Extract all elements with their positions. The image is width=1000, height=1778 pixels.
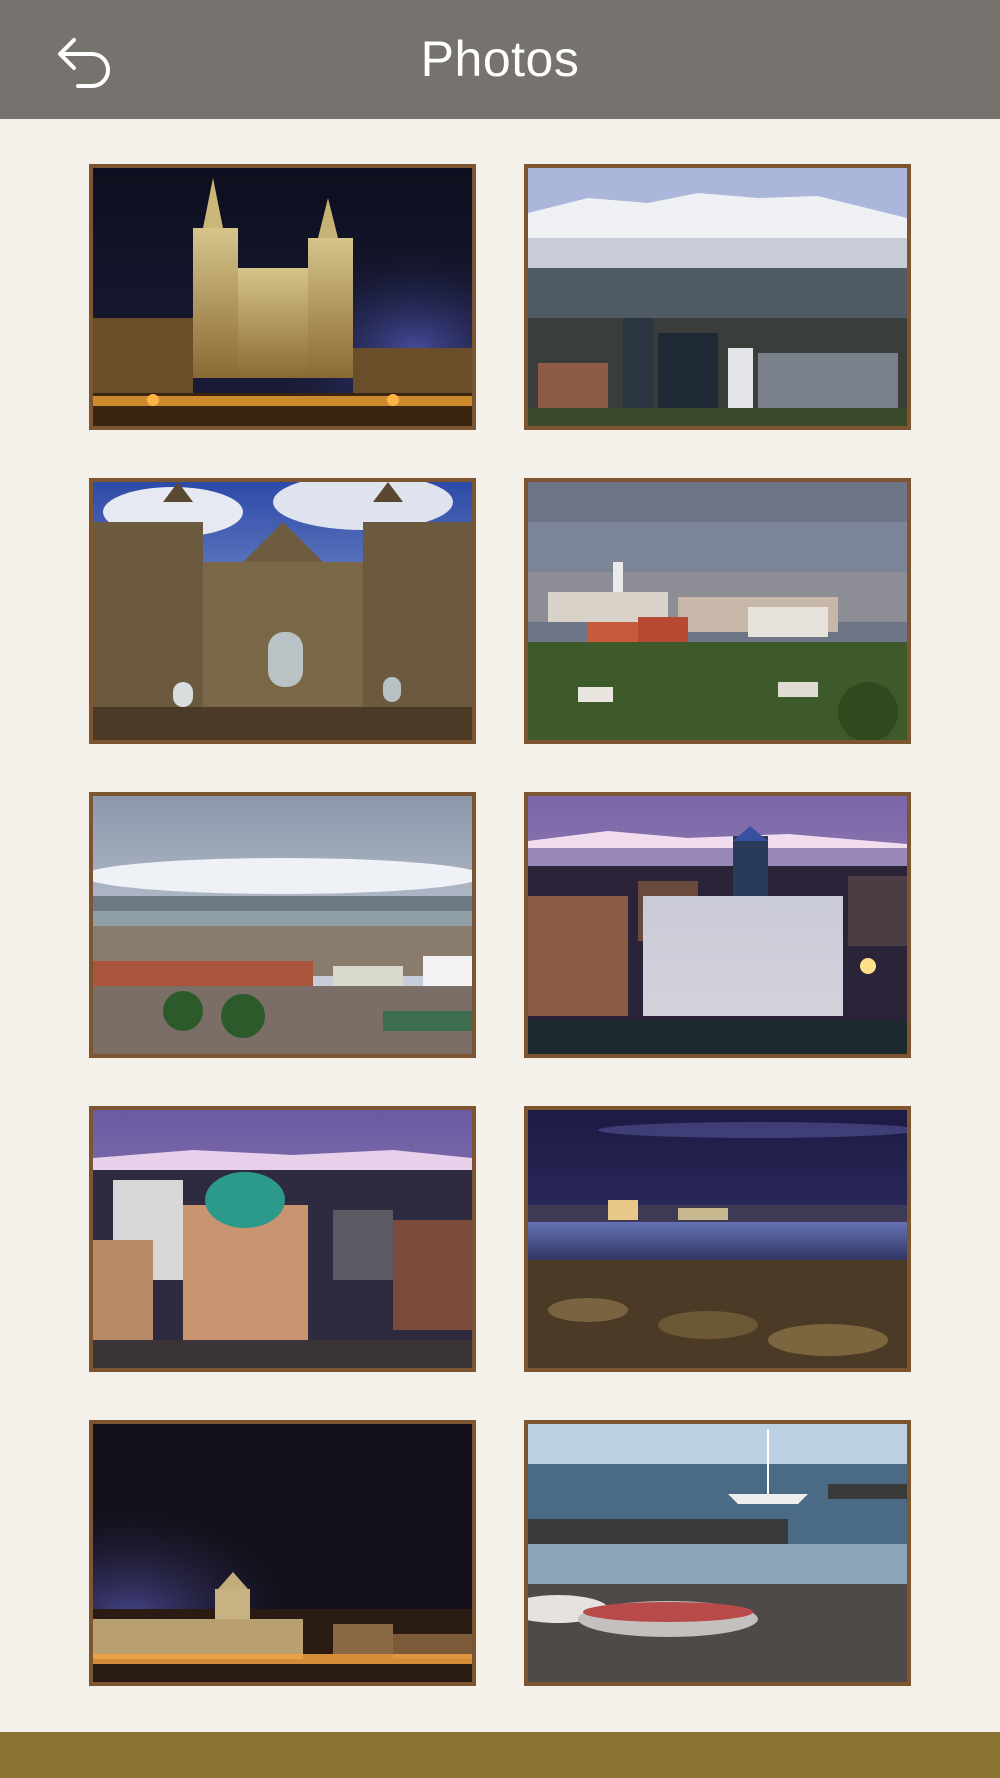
photo-thumbnail-city-panorama-green[interactable] <box>524 478 911 744</box>
photo-thumbnail-highrise-dome-dusk[interactable] <box>89 1106 476 1372</box>
top-bar: Photos <box>0 0 1000 119</box>
bottom-bar <box>0 1732 1000 1778</box>
photo-thumbnail-beach-boats-sea[interactable] <box>524 1420 911 1686</box>
photo-grid <box>0 0 1000 1778</box>
photo-thumbnail-palace-night-floodlight[interactable] <box>89 1420 476 1686</box>
photo-thumbnail-cathedral-facade-day[interactable] <box>89 478 476 744</box>
photo-thumbnail-waterfront-night[interactable] <box>524 1106 911 1372</box>
photo-thumbnail-harbor-town-cloudy[interactable] <box>89 792 476 1058</box>
photo-thumbnail-city-buildings-dusk[interactable] <box>524 792 911 1058</box>
page-title: Photos <box>420 31 580 87</box>
photo-thumbnail-snowy-mountains-city[interactable] <box>524 164 911 430</box>
photo-thumbnail-cathedral-night[interactable] <box>89 164 476 430</box>
